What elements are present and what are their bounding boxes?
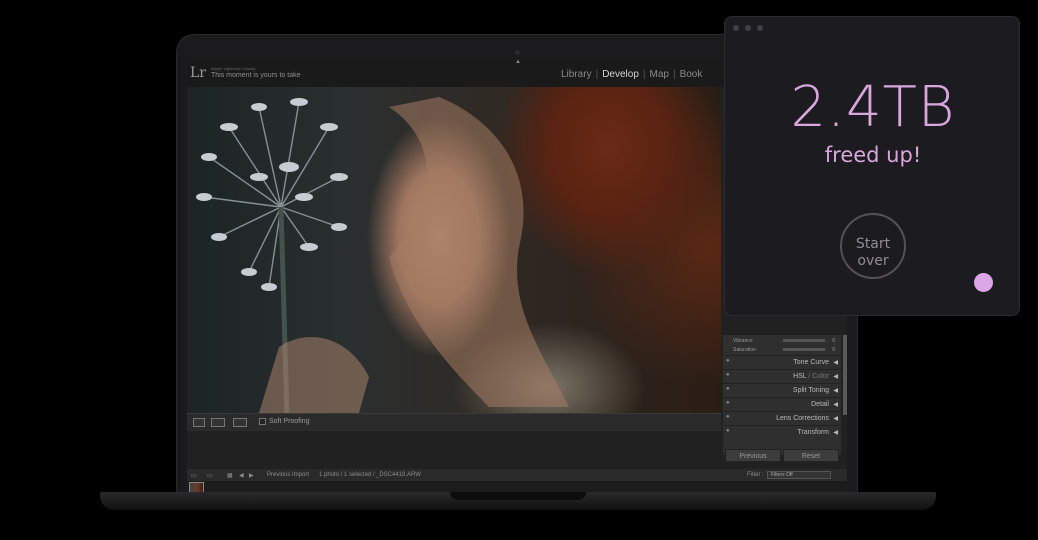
module-picker: Library | Develop | Map | Book <box>561 69 702 80</box>
lightroom-logo: Lr <box>190 65 206 81</box>
minimize-window-icon[interactable] <box>745 25 751 31</box>
collapse-arrow-icon[interactable]: ◀ <box>833 387 838 394</box>
panel-label: Split Toning <box>792 387 829 394</box>
panel-lens-corrections[interactable]: ● Lens Corrections ◀ <box>723 411 841 425</box>
photo-preview[interactable] <box>189 87 721 413</box>
slider-label: Vibrance <box>733 338 753 344</box>
panel-switch-icon[interactable]: ● <box>726 400 730 406</box>
panel-transform[interactable]: ● Transform ◀ <box>723 425 841 439</box>
panel-label: Transform <box>797 429 829 436</box>
filter-select[interactable]: Filters Off <box>767 471 831 479</box>
previous-button[interactable]: Previous <box>725 449 781 462</box>
slider-track[interactable] <box>783 339 825 342</box>
module-separator: | <box>642 69 646 80</box>
collapse-arrow-icon[interactable]: ◀ <box>833 373 838 380</box>
forward-arrow-icon[interactable]: ▶ <box>249 472 254 479</box>
panel-label: Detail <box>811 401 829 408</box>
panel-switch-icon[interactable]: ● <box>726 386 730 392</box>
app-name: Adobe Lightroom Classic <box>211 66 256 71</box>
panel-switch-icon[interactable]: ● <box>726 372 730 378</box>
filmstrip-filename[interactable]: _DSC4418.ARW <box>376 472 421 478</box>
before-after-icon[interactable] <box>211 418 225 427</box>
panel-switch-icon[interactable]: ● <box>726 428 730 434</box>
panel-hsl-color[interactable]: ● HSL / Color ◀ <box>723 369 841 383</box>
identity-tagline: This moment is yours to take <box>211 72 301 79</box>
panel-split-toning[interactable]: ● Split Toning ◀ <box>723 383 841 397</box>
slider-value: 0 <box>832 338 835 344</box>
panel-label: Tone Curve <box>793 359 829 366</box>
panel-detail[interactable]: ● Detail ◀ <box>723 397 841 411</box>
panel-label: Lens Corrections <box>776 415 829 422</box>
slider-saturation[interactable]: Saturation 0 <box>723 346 841 354</box>
slider-value: 0 <box>832 347 835 353</box>
filter-label: Filter : <box>747 472 764 478</box>
soft-proofing-label: Soft Proofing <box>269 418 310 425</box>
status-dot-icon <box>974 273 993 292</box>
module-separator: | <box>672 69 676 80</box>
compare-view-icon[interactable] <box>233 418 247 427</box>
develop-right-panel: Vibrance 0 Saturation 0 ● Tone Curve ◀ ●… <box>723 335 841 455</box>
module-map[interactable]: Map <box>650 69 669 80</box>
laptop-base <box>100 492 936 510</box>
collapse-arrow-icon[interactable]: ◀ <box>833 359 838 366</box>
panel-label-hsl[interactable]: HSL <box>793 373 806 380</box>
collapse-arrow-icon[interactable]: ◀ <box>833 415 838 422</box>
laptop-notch <box>450 492 586 500</box>
reset-button[interactable]: Reset <box>783 449 839 462</box>
panel-label-color[interactable]: Color <box>812 373 829 380</box>
panel-collapse-arrow-icon[interactable]: ▲ <box>515 59 521 65</box>
loupe-view-icon[interactable] <box>193 418 205 427</box>
slider-track[interactable] <box>783 348 825 351</box>
soft-proofing-toggle[interactable]: Soft Proofing <box>259 418 309 425</box>
close-window-icon[interactable] <box>733 25 739 31</box>
filmstrip-source[interactable]: Previous Import <box>267 472 309 478</box>
start-over-button[interactable]: Start over <box>840 213 906 279</box>
collapse-arrow-icon[interactable]: ◀ <box>833 401 838 408</box>
monitor-2-icon[interactable]: ▭ <box>207 472 213 479</box>
back-arrow-icon[interactable]: ◀ <box>239 472 244 479</box>
cleanup-result-window: 2.4TB freed up! Start over <box>724 16 1020 316</box>
module-separator: | <box>595 69 599 80</box>
panel-tone-curve[interactable]: ● Tone Curve ◀ <box>723 355 841 369</box>
panel-label: HSL / Color <box>793 373 829 380</box>
slider-vibrance[interactable]: Vibrance 0 <box>723 337 841 345</box>
filmstrip-header: ▭ ▭ ▦ ◀ ▶ Previous Import 1 photo / 1 se… <box>187 469 847 481</box>
slider-label: Saturation <box>733 347 756 353</box>
soft-proofing-checkbox[interactable] <box>259 418 266 425</box>
collapse-arrow-icon[interactable]: ◀ <box>833 429 838 436</box>
flower-illustration <box>196 97 569 413</box>
panel-switch-icon[interactable]: ● <box>726 414 730 420</box>
freed-amount: 2.4TB <box>790 75 956 140</box>
module-develop[interactable]: Develop <box>602 69 639 80</box>
freed-label: freed up! <box>824 143 922 167</box>
module-library[interactable]: Library <box>561 69 592 80</box>
develop-toolbar: Soft Proofing <box>187 413 721 431</box>
panel-scrollbar[interactable] <box>843 335 847 415</box>
module-book[interactable]: Book <box>680 69 703 80</box>
grid-view-icon[interactable]: ▦ <box>227 472 233 479</box>
zoom-window-icon[interactable] <box>757 25 763 31</box>
camera-icon <box>515 50 520 55</box>
panel-switch-icon[interactable]: ● <box>726 358 730 364</box>
filmstrip-count: 1 photo / 1 selected / <box>319 472 375 478</box>
monitor-1-icon[interactable]: ▭ <box>191 472 197 479</box>
